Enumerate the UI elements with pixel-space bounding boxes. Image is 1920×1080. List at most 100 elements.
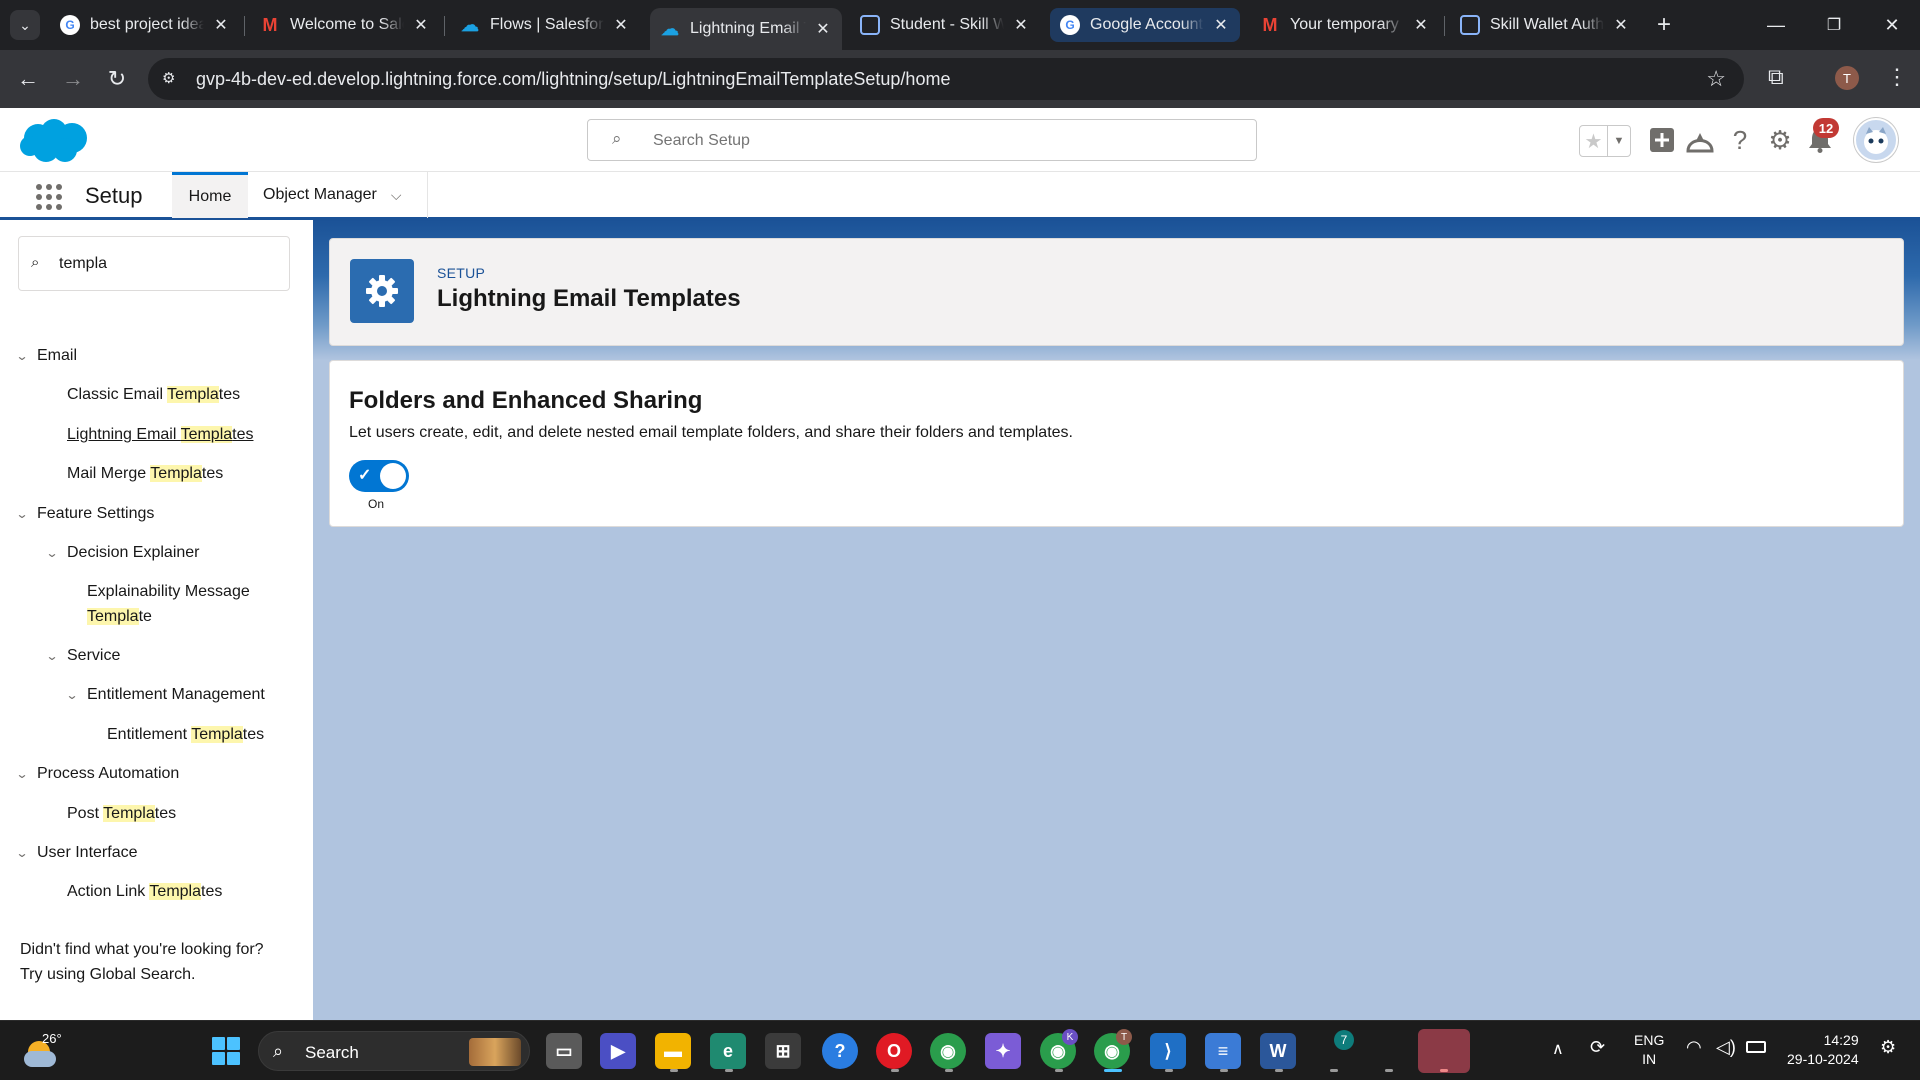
favorites-button-group[interactable]: ★ ▼ <box>1579 125 1631 157</box>
file-explorer-icon[interactable]: ▬ <box>655 1033 691 1069</box>
browser-tab[interactable]: Student - Skill W ✕ <box>850 8 1040 42</box>
microsoft-store-icon[interactable]: ⊞ <box>765 1033 801 1069</box>
app-launcher-icon[interactable] <box>36 184 62 210</box>
tree-section-header[interactable]: ⌄ Email <box>15 346 77 366</box>
minimize-icon[interactable]: — <box>1756 10 1796 40</box>
tree-section-header[interactable]: ⌄ Process Automation <box>15 764 179 784</box>
close-icon[interactable]: ✕ <box>1012 15 1030 35</box>
taskbar-clock[interactable]: 14:29 29-10-2024 <box>1787 1031 1859 1069</box>
opera-icon[interactable]: O <box>876 1033 912 1069</box>
close-icon[interactable]: ✕ <box>1612 15 1630 35</box>
user-avatar[interactable] <box>1854 118 1898 162</box>
browser-tab[interactable]: M Welcome to Sale ✕ <box>250 8 440 42</box>
chevron-down-icon[interactable]: ⌵ <box>391 187 402 204</box>
tab-home[interactable]: Home <box>172 172 248 218</box>
copilot-icon[interactable]: ✦ <box>985 1033 1021 1069</box>
tree-section-header[interactable]: ⌄ Service <box>45 646 120 666</box>
tree-item[interactable]: Classic Email Templates <box>67 385 240 405</box>
browser-tab[interactable]: Skill Wallet Auth ✕ <box>1450 8 1640 42</box>
input-language-indicator[interactable]: ENG IN <box>1634 1031 1664 1069</box>
close-icon[interactable]: ✕ <box>412 15 430 35</box>
extensions-icon[interactable]: ⧉ <box>1768 64 1784 90</box>
address-bar[interactable]: ⚙ gvp-4b-dev-ed.develop.lightning.force.… <box>148 58 1744 100</box>
chevron-down-icon[interactable]: ⌄ <box>65 685 78 705</box>
wifi-icon[interactable]: ◠ <box>1686 1037 1702 1058</box>
tab-search-button[interactable]: ⌄ <box>10 10 40 40</box>
restore-icon[interactable]: ❐ <box>1814 10 1854 40</box>
windows-start-icon[interactable] <box>212 1037 240 1065</box>
reload-icon[interactable]: ↻ <box>102 64 132 94</box>
new-tab-button[interactable]: + <box>1644 10 1684 40</box>
global-actions-icon[interactable] <box>1646 124 1678 156</box>
help-icon[interactable]: ? <box>1724 124 1756 156</box>
profile-avatar[interactable]: T <box>1835 66 1859 90</box>
quick-find-input[interactable]: ⌕ templa <box>18 236 290 291</box>
setup-sidebar: ⌕ templa ⌄ Email Classic Email Templates Li… <box>0 220 313 1020</box>
tree-section-header[interactable]: ⌄ Decision Explainer <box>45 543 199 563</box>
running-window-thumbnail[interactable] <box>1418 1029 1470 1073</box>
battery-icon[interactable] <box>1746 1041 1766 1053</box>
tree-item[interactable]: Lightning Email Templates <box>67 425 253 445</box>
tree-item[interactable]: Action Link Templates <box>67 882 222 902</box>
notepad-icon[interactable]: ≡ <box>1205 1033 1241 1069</box>
chevron-down-icon[interactable]: ⌄ <box>15 764 28 784</box>
chrome-icon[interactable]: ◉ <box>930 1033 966 1069</box>
browser-tab[interactable]: M Your temporary p ✕ <box>1250 8 1440 42</box>
word-icon[interactable]: W <box>1260 1033 1296 1069</box>
tree-section-header[interactable]: ⌄ User Interface <box>15 843 137 863</box>
trailhead-icon[interactable] <box>1684 124 1716 156</box>
favorites-dropdown-icon[interactable]: ▼ <box>1608 126 1630 156</box>
chevron-down-icon[interactable]: ⌄ <box>15 504 28 524</box>
tab-object-manager[interactable]: Object Manager ⌵ <box>250 172 428 218</box>
back-icon[interactable]: ← <box>13 64 43 94</box>
browser-tab[interactable]: ☁ Flows | Salesforc ✕ <box>450 8 640 42</box>
settings-tray-icon[interactable]: ⚙ <box>1880 1037 1896 1058</box>
salesforce-logo[interactable] <box>18 118 92 164</box>
favorites-star-icon[interactable]: ★ <box>1580 126 1608 156</box>
close-icon[interactable]: ✕ <box>212 15 230 35</box>
volume-icon[interactable]: ◁) <box>1716 1037 1736 1058</box>
chevron-down-icon[interactable]: ⌄ <box>45 646 58 666</box>
browser-tab-active[interactable]: ☁ Lightning Email T ✕ <box>650 8 842 50</box>
site-info-icon[interactable]: ⚙ <box>162 69 182 89</box>
vscode-icon[interactable]: ⟩ <box>1150 1033 1186 1069</box>
task-view-icon[interactable]: ▭ <box>546 1033 582 1069</box>
close-icon[interactable]: ✕ <box>1412 15 1430 35</box>
edge-icon[interactable]: e <box>710 1033 746 1069</box>
taskbar-search[interactable]: ⌕ Search <box>258 1031 530 1071</box>
browser-tab[interactable]: G Google Account ✕ <box>1050 8 1240 42</box>
show-hidden-icons[interactable]: ∧ <box>1552 1039 1564 1059</box>
notification-count-badge: 12 <box>1813 118 1839 138</box>
url-text[interactable]: gvp-4b-dev-ed.develop.lightning.force.co… <box>196 69 950 90</box>
browser-menu-icon[interactable]: ⋮ <box>1886 64 1908 90</box>
tree-item[interactable]: Explainability Message <box>87 582 250 602</box>
weather-cloud-icon <box>24 1051 56 1067</box>
tree-item[interactable]: Post Templates <box>67 804 176 824</box>
setup-search-input[interactable]: ⌕ Search Setup <box>587 119 1257 161</box>
tree-item-label-suffix: te <box>138 608 152 625</box>
card-title: Folders and Enhanced Sharing <box>349 387 703 414</box>
close-icon[interactable]: ✕ <box>612 15 630 35</box>
get-help-icon[interactable]: ? <box>822 1033 858 1069</box>
setup-gear-icon[interactable]: ⚙ <box>1764 124 1796 156</box>
chevron-down-icon[interactable]: ⌄ <box>15 843 28 863</box>
tree-section-header[interactable]: ⌄ Entitlement Management <box>65 685 264 705</box>
chevron-down-icon[interactable]: ⌄ <box>45 543 58 563</box>
tree-item-label: Entitlement <box>107 726 192 743</box>
enhanced-sharing-toggle[interactable]: ✓ <box>349 460 409 492</box>
forward-icon[interactable]: → <box>58 64 88 94</box>
browser-tab[interactable]: G best project idea ✕ <box>50 8 240 42</box>
tree-item[interactable]: Template <box>87 607 152 627</box>
window-close-icon[interactable]: ✕ <box>1872 10 1912 40</box>
chevron-down-icon[interactable]: ⌄ <box>15 346 28 366</box>
close-icon[interactable]: ✕ <box>1212 15 1230 35</box>
tree-section-header[interactable]: ⌄ Feature Settings <box>15 504 154 524</box>
tree-item[interactable]: Mail Merge Templates <box>67 464 223 484</box>
tree-item[interactable]: Entitlement Templates <box>107 725 264 745</box>
sync-icon[interactable]: ⟳ <box>1590 1037 1605 1058</box>
quick-find-value[interactable]: templa <box>59 255 107 273</box>
weather-widget[interactable]: 26° <box>22 1031 62 1071</box>
bookmark-star-icon[interactable]: ☆ <box>1706 66 1726 92</box>
teams-meet-icon[interactable]: ▶ <box>600 1033 636 1069</box>
close-icon[interactable]: ✕ <box>814 19 832 39</box>
